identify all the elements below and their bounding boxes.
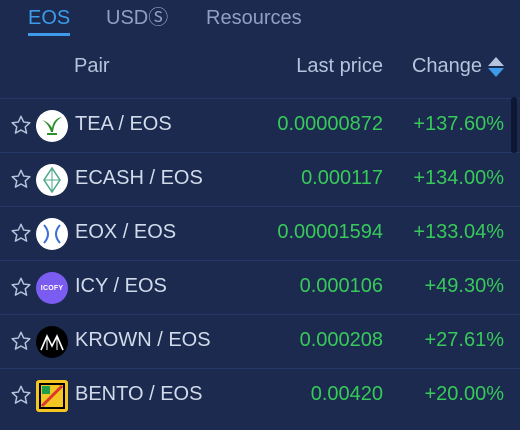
- quote-tabs: EOS USDⓈ Resources: [0, 0, 520, 40]
- change-percent: +134.00%: [413, 167, 504, 189]
- column-header-change[interactable]: Change: [412, 55, 504, 78]
- table-header: Pair Last price Change: [0, 44, 520, 94]
- pair-name[interactable]: BENTO / EOS: [75, 383, 202, 406]
- change-percent: +27.61%: [424, 329, 504, 351]
- last-price: 0.00420: [310, 383, 383, 405]
- star-icon[interactable]: [10, 276, 32, 298]
- last-price: 0.00000872: [277, 113, 383, 135]
- last-price: 0.000208: [299, 329, 383, 351]
- change-percent: +49.30%: [424, 275, 504, 297]
- column-header-change-label: Change: [411, 55, 482, 77]
- pair-name[interactable]: ICY / EOS: [75, 275, 167, 298]
- star-icon[interactable]: [10, 330, 32, 352]
- table-row[interactable]: ECASH / EOS 0.000117 +134.00%: [0, 152, 520, 206]
- icy-logo-text: ICOFY: [40, 284, 64, 292]
- tab-resources[interactable]: Resources: [206, 6, 302, 30]
- change-percent: +137.60%: [413, 113, 504, 135]
- eox-logo-icon: [36, 218, 68, 250]
- table-row[interactable]: EOX / EOS 0.00001594 +133.04%: [0, 206, 520, 260]
- pair-name[interactable]: KROWN / EOS: [75, 329, 211, 352]
- star-icon[interactable]: [10, 168, 32, 190]
- table-row[interactable]: TEA / EOS 0.00000872 +137.60%: [0, 98, 520, 152]
- pair-name[interactable]: TEA / EOS: [75, 113, 172, 136]
- table-row[interactable]: KROWN / EOS 0.000208 +27.61%: [0, 314, 520, 368]
- star-icon[interactable]: [10, 114, 32, 136]
- star-icon[interactable]: [10, 222, 32, 244]
- column-header-pair: Pair: [74, 55, 110, 77]
- icy-logo-icon: ICOFY: [36, 272, 68, 304]
- pair-name[interactable]: EOX / EOS: [75, 221, 176, 244]
- last-price: 0.00001594: [277, 221, 383, 243]
- last-price: 0.000106: [299, 275, 383, 297]
- column-header-last-price[interactable]: Last price: [296, 55, 383, 78]
- table-row[interactable]: ICOFY ICY / EOS 0.000106 +49.30%: [0, 260, 520, 314]
- last-price: 0.000117: [301, 167, 383, 189]
- bento-logo-icon: [36, 380, 68, 412]
- scrollbar[interactable]: [511, 97, 517, 153]
- change-percent: +20.00%: [424, 383, 504, 405]
- star-icon[interactable]: [10, 384, 32, 406]
- tab-eos[interactable]: EOS: [28, 6, 71, 36]
- tab-usds[interactable]: USDⓈ: [106, 6, 168, 30]
- sort-icon[interactable]: [488, 56, 504, 78]
- ecash-logo-icon: [36, 164, 68, 196]
- pair-list: TEA / EOS 0.00000872 +137.60% ECASH / EO…: [0, 98, 520, 422]
- change-percent: +133.04%: [413, 221, 504, 243]
- pair-name[interactable]: ECASH / EOS: [75, 167, 203, 190]
- tea-logo-icon: [36, 110, 68, 142]
- krown-logo-icon: [36, 326, 68, 358]
- table-row[interactable]: BENTO / EOS 0.00420 +20.00%: [0, 368, 520, 422]
